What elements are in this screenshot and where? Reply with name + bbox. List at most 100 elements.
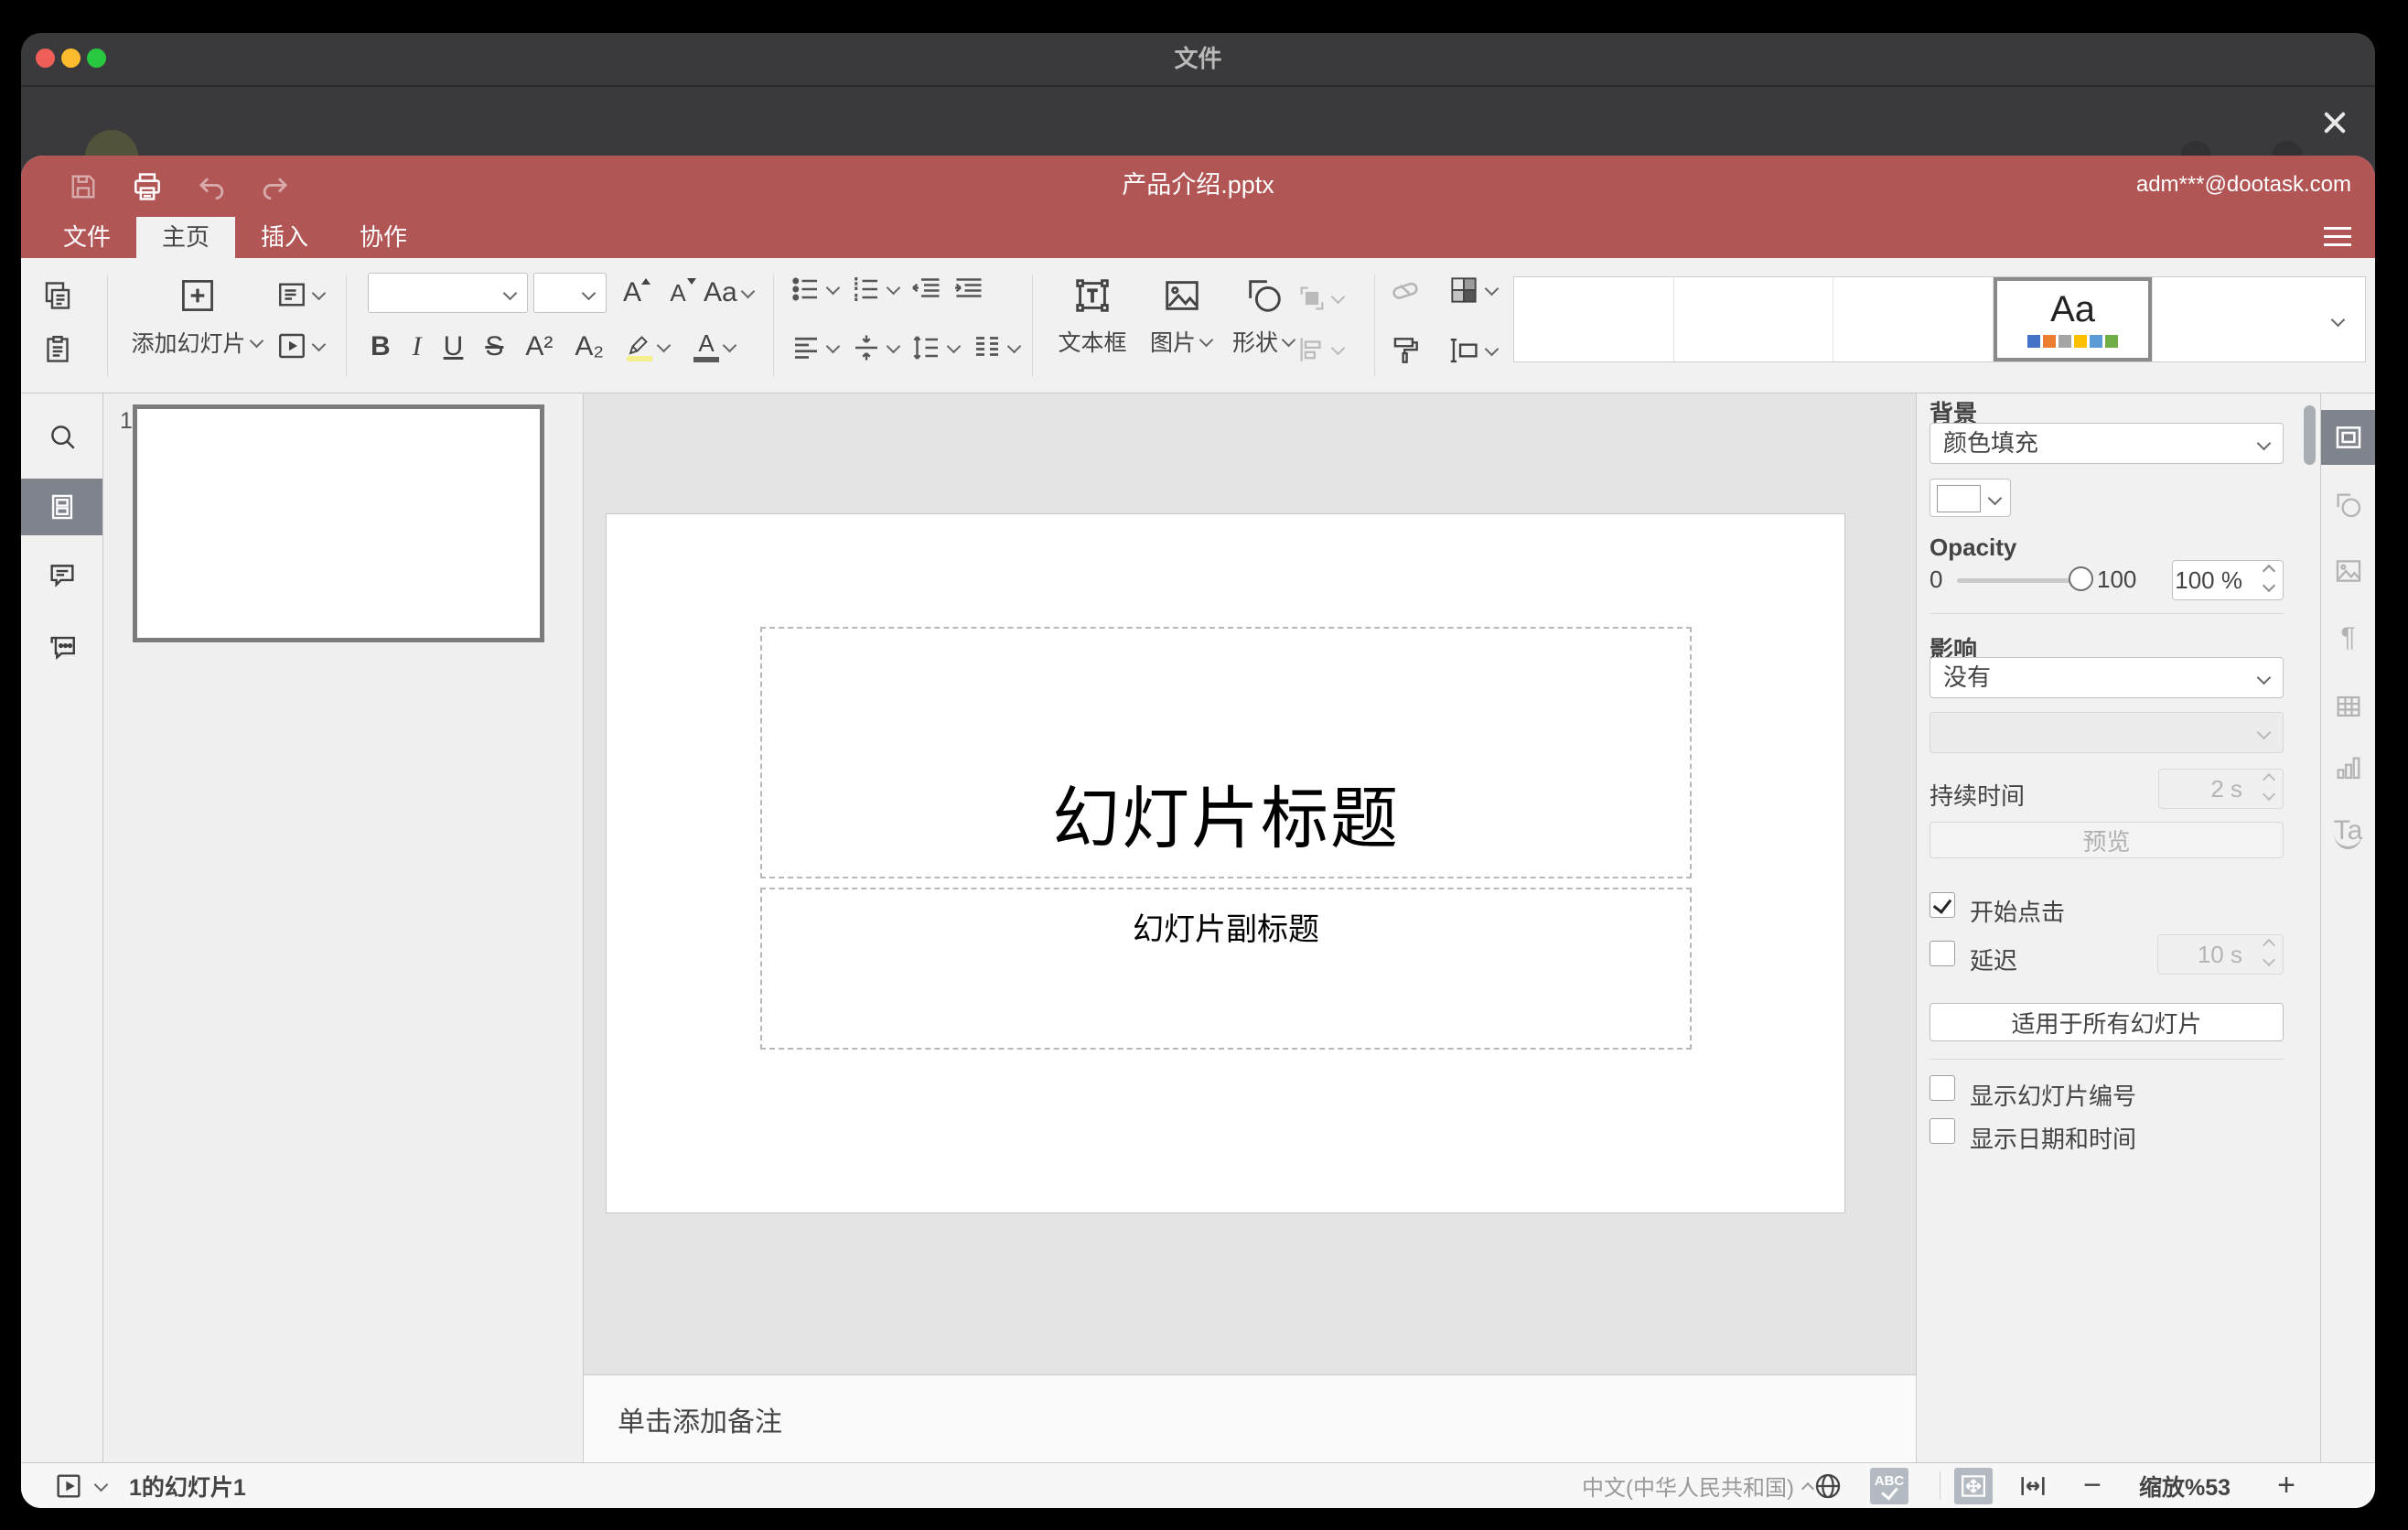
show-slide-number-checkbox[interactable] bbox=[1930, 1075, 1955, 1101]
columns-icon bbox=[976, 337, 998, 356]
theme-item[interactable] bbox=[1833, 277, 1994, 361]
sidebar-item-search[interactable] bbox=[21, 408, 102, 465]
title-placeholder[interactable]: 幻灯片标题 bbox=[760, 627, 1692, 878]
insert-image-button[interactable]: 图片 bbox=[1143, 267, 1221, 359]
ribbon-toolbar: 添加幻灯片 A A Aa B I U S A² A₂ A 文本框 图片 形状 A… bbox=[21, 258, 2375, 393]
document-language-button[interactable] bbox=[1807, 1463, 1849, 1508]
bullets-button[interactable] bbox=[790, 273, 841, 306]
copy-style-button[interactable] bbox=[1388, 333, 1423, 368]
fit-to-width-button[interactable] bbox=[2012, 1463, 2054, 1508]
line-spacing-button[interactable] bbox=[910, 331, 962, 364]
print-button[interactable] bbox=[129, 168, 166, 205]
sidebar-item-comments[interactable] bbox=[21, 547, 102, 604]
fit-to-slide-button[interactable] bbox=[1954, 1468, 1993, 1504]
slide-layout-button[interactable] bbox=[275, 269, 327, 320]
font-color-button[interactable]: A bbox=[693, 331, 737, 362]
highlight-color-button[interactable] bbox=[626, 332, 672, 361]
zoom-out-button[interactable]: − bbox=[2074, 1463, 2111, 1508]
tab-home[interactable]: 主页 bbox=[136, 217, 235, 258]
slide-number-status: 1的幻灯片1 bbox=[129, 1474, 246, 1501]
add-slide-label: 添加幻灯片 bbox=[131, 331, 246, 357]
opacity-label: Opacity bbox=[1930, 533, 2017, 561]
slide-thumbnail[interactable] bbox=[133, 404, 544, 642]
notes-area[interactable]: 单击添加备注 bbox=[584, 1374, 1916, 1462]
copy-button[interactable] bbox=[41, 269, 74, 322]
editor-header: 产品介绍.pptx adm***@dootask.com 文件 主页 插入 协作 bbox=[21, 156, 2375, 258]
underline-button[interactable]: U bbox=[444, 331, 464, 362]
insert-shape-button[interactable]: 形状 bbox=[1225, 267, 1304, 359]
theme-sample-text: Aa bbox=[2050, 289, 2096, 329]
paste-icon bbox=[47, 336, 69, 362]
opacity-slider-track[interactable] bbox=[1957, 578, 2081, 583]
sidebar-item-slide-settings[interactable] bbox=[2321, 410, 2375, 465]
panel-scrollbar[interactable] bbox=[2304, 405, 2316, 465]
zoom-in-button[interactable]: + bbox=[2268, 1463, 2305, 1508]
font-size-select[interactable] bbox=[533, 273, 607, 313]
insert-textbox-button[interactable]: 文本框 bbox=[1048, 267, 1137, 359]
add-slide-button[interactable]: 添加幻灯片 bbox=[129, 267, 266, 361]
vertical-align-button[interactable] bbox=[850, 331, 901, 364]
slide[interactable]: 幻灯片标题 幻灯片副标题 bbox=[607, 514, 1844, 1212]
show-date-time-checkbox[interactable] bbox=[1930, 1118, 1955, 1144]
decrease-font-button[interactable]: A bbox=[658, 273, 698, 313]
duration-spinner: 2 s bbox=[2158, 769, 2284, 809]
undo-button bbox=[193, 168, 230, 205]
paste-button[interactable] bbox=[41, 322, 74, 375]
fit-width-icon bbox=[2021, 1476, 2045, 1495]
menu-icon[interactable] bbox=[2324, 227, 2351, 249]
opacity-slider-handle[interactable] bbox=[2069, 566, 2093, 591]
decrease-indent-button[interactable] bbox=[910, 273, 943, 306]
tab-insert[interactable]: 插入 bbox=[235, 217, 334, 258]
theme-item-selected[interactable]: Aa bbox=[1994, 277, 2154, 361]
increase-indent-button[interactable] bbox=[952, 273, 985, 306]
slide-size-button[interactable] bbox=[1446, 333, 1500, 368]
theme-item[interactable] bbox=[1514, 277, 1674, 361]
undo-icon bbox=[199, 178, 224, 200]
apply-to-all-slides-button[interactable]: 适用于所有幻灯片 bbox=[1930, 1003, 2284, 1041]
superscript-button[interactable]: A² bbox=[525, 331, 553, 362]
sidebar-item-chat[interactable] bbox=[21, 619, 102, 675]
arrange-icon bbox=[1300, 286, 1324, 310]
tab-file[interactable]: 文件 bbox=[38, 217, 136, 258]
slide-title-text: 幻灯片标题 bbox=[1052, 781, 1400, 857]
strikethrough-button[interactable]: S bbox=[485, 331, 503, 362]
opacity-min-label: 0 bbox=[1930, 566, 1943, 593]
italic-button[interactable]: I bbox=[413, 331, 422, 362]
table-settings-icon bbox=[2337, 695, 2360, 717]
preview-options-chevron-icon[interactable] bbox=[93, 1477, 109, 1492]
fill-color-button[interactable] bbox=[1930, 479, 2011, 517]
increase-font-button[interactable]: A bbox=[612, 273, 652, 313]
theme-item[interactable] bbox=[2153, 277, 2312, 361]
subtitle-placeholder[interactable]: 幻灯片副标题 bbox=[760, 888, 1692, 1050]
effect-select[interactable]: 没有 bbox=[1930, 657, 2284, 698]
start-on-click-checkbox[interactable] bbox=[1930, 892, 1955, 918]
numbering-button[interactable] bbox=[850, 273, 901, 306]
horizontal-align-button[interactable] bbox=[790, 331, 841, 364]
fill-type-select[interactable]: 颜色填充 bbox=[1930, 423, 2284, 464]
subscript-button[interactable]: A₂ bbox=[575, 331, 604, 362]
theme-gallery: Aa bbox=[1513, 276, 2366, 362]
opacity-spinner[interactable]: 100 % bbox=[2172, 560, 2284, 600]
shape-settings-icon bbox=[2337, 493, 2360, 518]
theme-gallery-expand-button[interactable] bbox=[2312, 277, 2365, 361]
sidebar-item-slides[interactable] bbox=[21, 479, 102, 535]
image-label: 图片 bbox=[1149, 330, 1196, 356]
font-name-select[interactable] bbox=[368, 273, 528, 313]
theme-item[interactable] bbox=[1674, 277, 1834, 361]
clear-style-button bbox=[1388, 273, 1423, 307]
comments-icon bbox=[49, 565, 74, 587]
columns-button[interactable] bbox=[971, 331, 1022, 364]
change-case-button[interactable]: Aa bbox=[704, 273, 756, 313]
account-email: adm***@dootask.com bbox=[2135, 172, 2351, 197]
language-button[interactable]: 中文(中华人民共和国) bbox=[1582, 1463, 1815, 1508]
bold-button[interactable]: B bbox=[371, 331, 391, 362]
color-scheme-button[interactable] bbox=[1446, 273, 1500, 307]
close-icon[interactable] bbox=[2320, 108, 2349, 137]
delay-checkbox[interactable] bbox=[1930, 941, 1955, 966]
spellcheck-toggle[interactable]: ABC bbox=[1870, 1468, 1908, 1504]
theme-color-swatches bbox=[2027, 335, 2119, 348]
start-preview-button[interactable] bbox=[54, 1471, 83, 1501]
tab-collaboration[interactable]: 协作 bbox=[334, 217, 433, 258]
start-slideshow-button[interactable] bbox=[275, 320, 327, 372]
print-icon bbox=[134, 173, 160, 200]
